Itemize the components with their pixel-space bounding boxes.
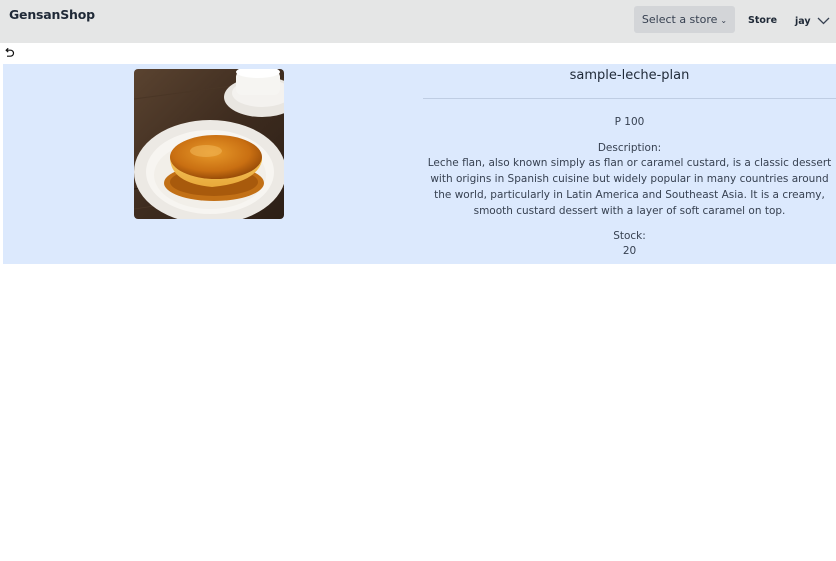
stock-label: Stock:: [613, 230, 646, 242]
chevron-down-icon: ⌄: [720, 15, 728, 25]
store-nav-link[interactable]: Store: [748, 15, 777, 26]
product-info: sample-leche-plan P 100 Description: Lec…: [423, 64, 836, 257]
product-title: sample-leche-plan: [569, 68, 690, 83]
description-label: Description:: [597, 142, 662, 154]
top-navbar: GensanShop Select a store ⌄ Store jay: [0, 0, 836, 43]
brand-logo-text[interactable]: GensanShop: [9, 7, 95, 22]
username-label: jay: [795, 15, 811, 27]
stock-value: 20: [622, 245, 637, 257]
chevron-down-icon: [817, 17, 830, 25]
title-divider: [423, 98, 836, 99]
leche-flan-photo: [134, 69, 284, 219]
product-price: P 100: [614, 116, 645, 128]
store-select-dropdown[interactable]: Select a store ⌄: [634, 6, 735, 33]
store-select-label: Select a store: [641, 13, 718, 26]
user-menu-button[interactable]: jay: [795, 13, 830, 29]
product-detail-panel: sample-leche-plan P 100 Description: Lec…: [3, 64, 836, 264]
undo-arrow-icon[interactable]: [3, 47, 15, 59]
product-image: [134, 69, 284, 219]
product-description: Leche flan, also known simply as flan or…: [427, 157, 832, 217]
